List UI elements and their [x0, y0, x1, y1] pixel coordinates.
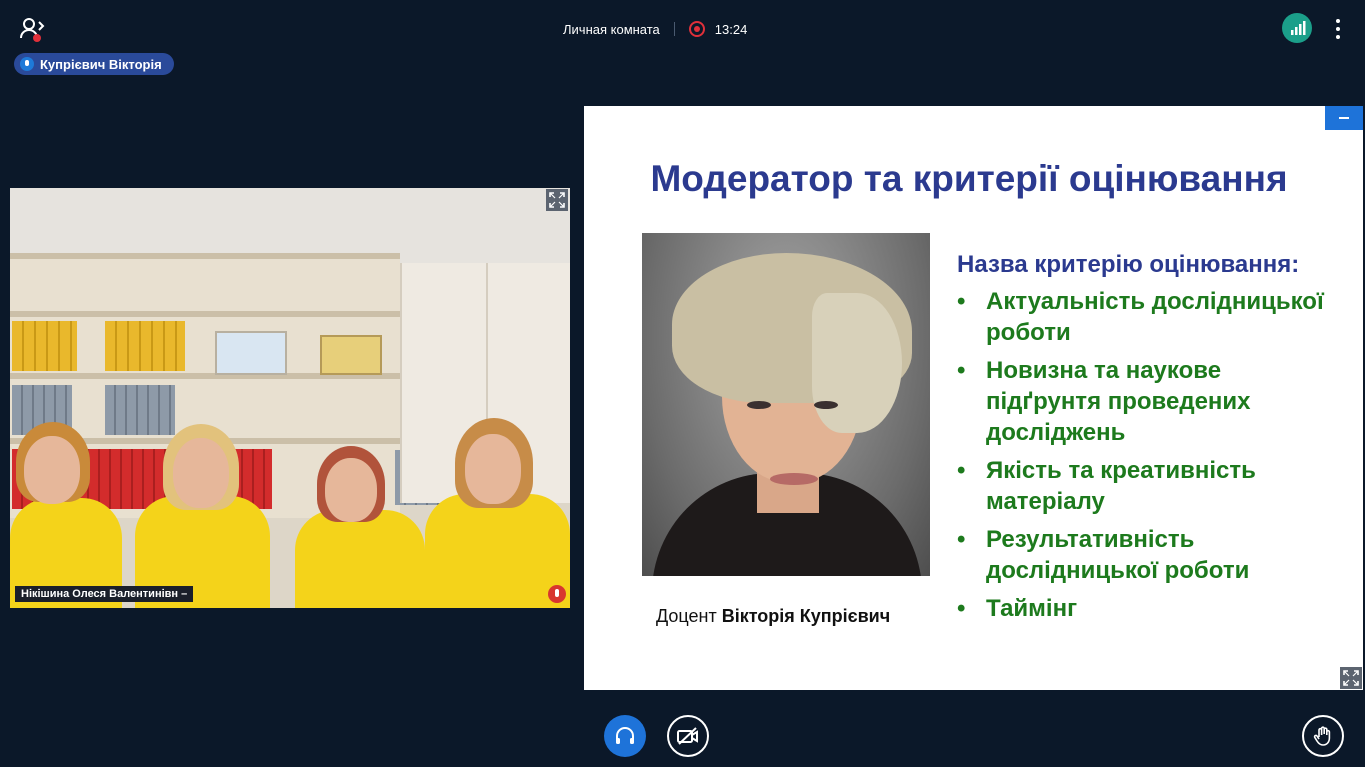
users-icon — [20, 18, 45, 42]
raise-hand-button[interactable] — [1302, 715, 1344, 757]
webcam-participant-name: Нікішина Олеся Валентинівн – — [15, 586, 194, 602]
moderator-caption: Доцент Вікторія Купрієвич — [656, 606, 890, 627]
criteria-item: Новизна та наукове підґрунтя проведених … — [957, 355, 1331, 448]
minimize-presentation-button[interactable] — [1325, 106, 1363, 130]
slide-title: Модератор та критерії оцінювання — [650, 158, 1288, 199]
share-webcam-button[interactable] — [667, 715, 709, 757]
criteria-item: Актуальність дослідницької роботи — [957, 286, 1331, 348]
expand-icon — [549, 192, 565, 208]
signal-bars-icon — [1291, 21, 1306, 35]
criteria-heading: Назва критерію оцінювання: — [957, 251, 1300, 278]
divider — [673, 22, 675, 36]
recording-icon[interactable] — [688, 21, 705, 37]
microphone-icon — [20, 57, 34, 71]
room-info: Личная комната 13:24 — [563, 20, 747, 38]
talking-indicator[interactable]: Купрієвич Вікторія — [14, 53, 174, 75]
moderator-photo — [642, 233, 930, 576]
more-options-button[interactable] — [1328, 17, 1348, 41]
criteria-item: Таймінг — [957, 593, 1331, 624]
recording-timer: 13:24 — [714, 21, 748, 37]
presentation-slide: Модератор та критерії оцінювання Доцент … — [584, 106, 1363, 690]
criteria-list: Актуальність дослідницької роботи Новизн… — [957, 286, 1331, 631]
leave-audio-button[interactable] — [604, 715, 646, 757]
muted-microphone-icon — [548, 585, 566, 603]
caption-prefix: Доцент — [656, 606, 722, 626]
talking-speaker-name: Купрієвич Вікторія — [40, 56, 162, 72]
presentation-expand-button[interactable] — [1340, 667, 1362, 689]
headphones-icon — [616, 727, 634, 744]
caption-name: Вікторія Купрієвич — [721, 606, 891, 626]
users-button[interactable] — [18, 16, 46, 44]
video-off-icon — [677, 727, 698, 745]
connection-status-button[interactable] — [1282, 13, 1312, 43]
raise-hand-icon — [1313, 726, 1331, 746]
criteria-item: Якість та креативність матеріалу — [957, 455, 1331, 517]
room-name: Личная комната — [563, 21, 660, 37]
expand-icon — [1343, 670, 1359, 686]
more-vertical-icon — [1336, 19, 1340, 23]
webcam-video-tile[interactable]: Нікішина Олеся Валентинівн – — [10, 188, 570, 608]
criteria-item: Результативність дослідницької роботи — [957, 524, 1331, 586]
webcam-expand-button[interactable] — [546, 189, 568, 211]
